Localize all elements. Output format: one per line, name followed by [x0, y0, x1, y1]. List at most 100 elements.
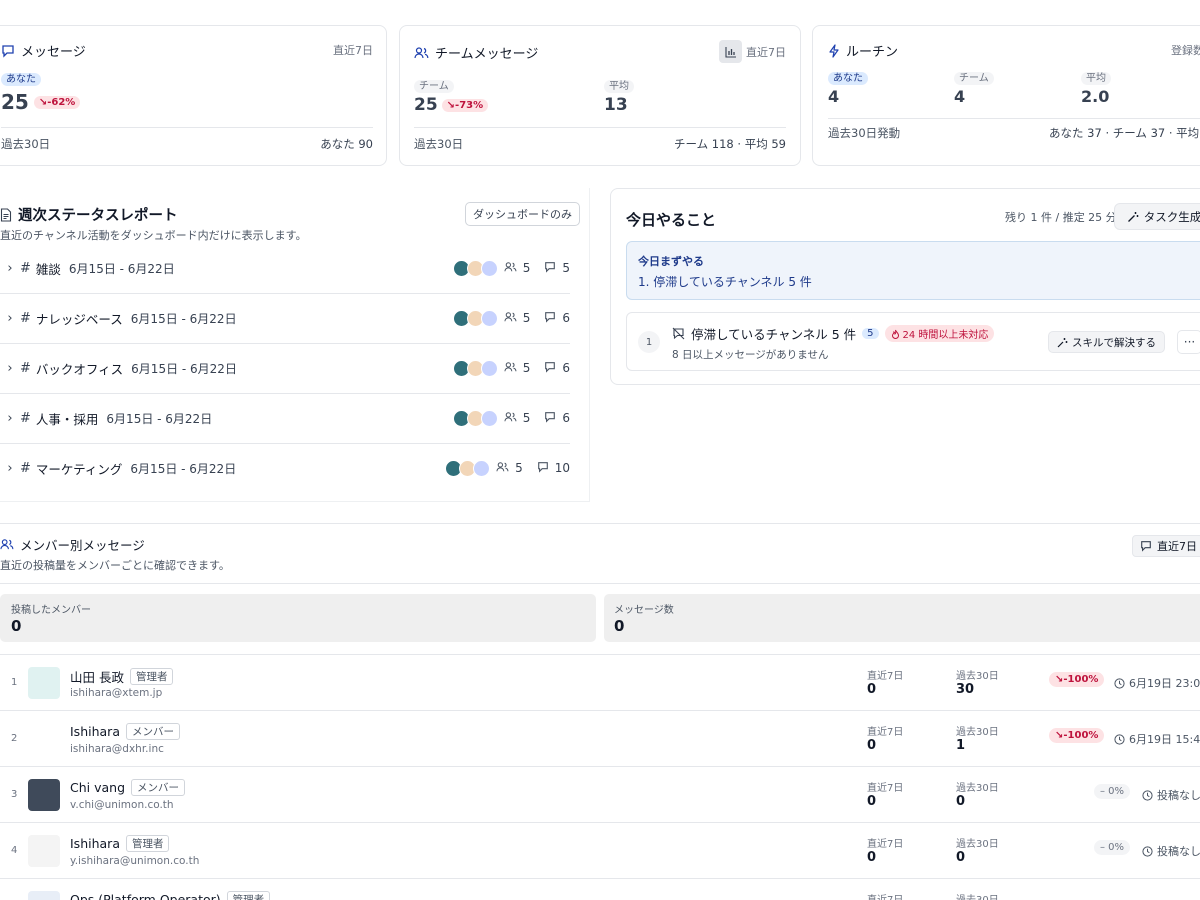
- channel-row[interactable]: › # 雑談 6月15日 - 6月22日 5 5: [0, 243, 570, 293]
- avg-value: 2.0: [1081, 87, 1110, 106]
- chevron-right-icon[interactable]: ›: [0, 361, 20, 376]
- trend-badge: ↘-73%: [441, 98, 489, 112]
- range-select-button[interactable]: 直近7日: [1132, 535, 1200, 557]
- count-30d: 0: [956, 794, 966, 809]
- sparkle-icon: [1057, 337, 1068, 347]
- row-index: 4: [11, 845, 18, 856]
- member-row[interactable]: 4 Ishihara 管理者 y.ishihara@unimon.co.th 直近7日 過…: [0, 822, 1200, 878]
- chat-icon: [537, 461, 549, 476]
- message-count: 10: [554, 461, 570, 475]
- task-item[interactable]: 1 停滞しているチャンネル 5 件 5 24 時間以上未対応 8 日以上メッセー…: [626, 312, 1200, 371]
- footer-right: あなた 37 · チーム 37 · 平均 19: [1049, 126, 1200, 140]
- last-post: 投稿なし: [1142, 843, 1200, 859]
- task-number: 1: [638, 331, 660, 353]
- muted-chat-icon: [672, 327, 685, 340]
- last-post: 6月19日 15:43: [1114, 731, 1200, 747]
- summary-label: 投稿したメンバー: [11, 605, 91, 616]
- clock-icon: [1114, 677, 1125, 689]
- hash-icon: #: [20, 310, 31, 326]
- col-30d-label: 過去30日: [956, 891, 999, 900]
- bar-chart-icon: [724, 46, 736, 58]
- avatar: [473, 459, 491, 477]
- footer-right: チーム 118 · 平均 59: [673, 137, 786, 151]
- users-icon: [414, 46, 429, 60]
- trend-badge: – 0%: [1094, 784, 1131, 799]
- channel-name: ナレッジベース: [35, 311, 123, 327]
- today-panel: 今日やること 残り 1 件 / 推定 25 分 タスク生成 今日まずやる 1. …: [610, 188, 1200, 385]
- avatar: [480, 359, 498, 377]
- message-count: 6: [562, 411, 570, 425]
- member-name: Chi vang: [70, 780, 126, 795]
- footer-left: 過去30日: [414, 137, 464, 151]
- avatar: [480, 309, 498, 327]
- avatar: [28, 779, 60, 811]
- channel-date-range: 6月15日 - 6月22日: [106, 411, 213, 426]
- member-count: 5: [522, 361, 531, 375]
- member-count: 5: [522, 311, 531, 325]
- lightning-icon: [828, 43, 840, 58]
- message-count: 6: [562, 361, 570, 375]
- member-name: Ishihara: [70, 724, 120, 739]
- weekly-title-text: 週次ステータスレポート: [18, 208, 178, 224]
- channel-row[interactable]: › # 人事・採用 6月15日 - 6月22日 5 6: [0, 393, 570, 443]
- overdue-badge-label: 24 時間以上未対応: [902, 330, 989, 341]
- stat-range: 直近7日: [333, 44, 373, 57]
- last-post-time: 投稿なし: [1157, 845, 1200, 858]
- hash-icon: #: [20, 360, 31, 376]
- members-subtitle: 直近の投稿量をメンバーごとに確認できます。: [0, 559, 230, 572]
- member-name: 山田 長政: [70, 670, 124, 685]
- channel-name: 人事・採用: [35, 411, 99, 427]
- today-title: 今日やること: [626, 211, 717, 229]
- generate-task-button[interactable]: タスク生成: [1114, 203, 1200, 230]
- chevron-right-icon[interactable]: ›: [0, 311, 20, 326]
- count-7d: 0: [867, 682, 877, 697]
- member-row[interactable]: 1 山田 長政 管理者 ishihara@xtem.jp 直近7日 過去30日 0 30 ↘-1…: [0, 654, 1200, 710]
- team-value: 4: [954, 87, 966, 106]
- first-do-item[interactable]: 1. 停滞しているチャンネル 5 件: [638, 273, 812, 290]
- channel-row[interactable]: › # マーケティング 6月15日 - 6月22日 5 10: [0, 443, 570, 493]
- chat-icon: [1, 44, 15, 58]
- summary-value: 0: [614, 617, 625, 635]
- magic-wand-icon: [1127, 211, 1139, 222]
- member-row[interactable]: 3 Chi vang メンバー v.chi@unimon.co.th 直近7日 過去30日…: [0, 766, 1200, 822]
- member-name: Ishihara: [70, 836, 120, 851]
- you-label: あなた: [828, 72, 868, 85]
- chart-toggle-button[interactable]: [719, 40, 742, 63]
- channel-name: バックオフィス: [35, 361, 124, 377]
- channel-name: 雑談: [35, 261, 61, 277]
- avg-label: 平均: [604, 80, 634, 93]
- chevron-right-icon[interactable]: ›: [0, 411, 20, 426]
- summary-label: メッセージ数: [614, 605, 674, 616]
- member-row[interactable]: 2 Ishihara メンバー ishihara@dxhr.inc 直近7日 過去30日 0…: [0, 710, 1200, 766]
- col-30d-label: 過去30日: [956, 839, 999, 850]
- solve-with-skill-button[interactable]: スキルで解決する: [1048, 331, 1165, 353]
- chevron-right-icon[interactable]: ›: [0, 261, 20, 276]
- you-value: 4: [828, 87, 840, 106]
- skill-button-label: スキルで解決する: [1072, 336, 1156, 349]
- stat-range: 登録数: [1171, 44, 1200, 57]
- users-icon: [504, 261, 517, 276]
- avatar: [480, 409, 498, 427]
- avatar: [28, 723, 60, 755]
- team-label: チーム: [414, 80, 454, 93]
- more-options-button[interactable]: ···: [1177, 330, 1200, 354]
- role-badge: 管理者: [125, 835, 170, 852]
- document-icon: [0, 207, 12, 222]
- row-index: 1: [11, 677, 18, 688]
- member-avatars: [452, 409, 498, 427]
- task-description: 8 日以上メッセージがありません: [672, 349, 829, 361]
- chat-icon: [544, 311, 556, 326]
- count-7d: 0: [867, 738, 877, 753]
- channel-row[interactable]: › # バックオフィス 6月15日 - 6月22日 5 6: [0, 343, 570, 393]
- chevron-right-icon[interactable]: ›: [0, 461, 20, 476]
- channel-name: マーケティング: [35, 461, 123, 477]
- col-7d-label: 直近7日: [867, 727, 904, 738]
- clock-icon: [1142, 845, 1153, 857]
- channel-row[interactable]: › # ナレッジベース 6月15日 - 6月22日 5 6: [0, 293, 570, 343]
- member-row[interactable]: 5Ops (Platform Operator)管理者直近7日過去30日: [0, 878, 1200, 900]
- weekly-title: 週次ステータスレポート: [0, 204, 178, 225]
- footer-left: 過去30日: [1, 137, 51, 151]
- task-title: 停滞しているチャンネル 5 件: [691, 327, 857, 342]
- avatar: [28, 667, 60, 699]
- avg-label: 平均: [1081, 72, 1111, 85]
